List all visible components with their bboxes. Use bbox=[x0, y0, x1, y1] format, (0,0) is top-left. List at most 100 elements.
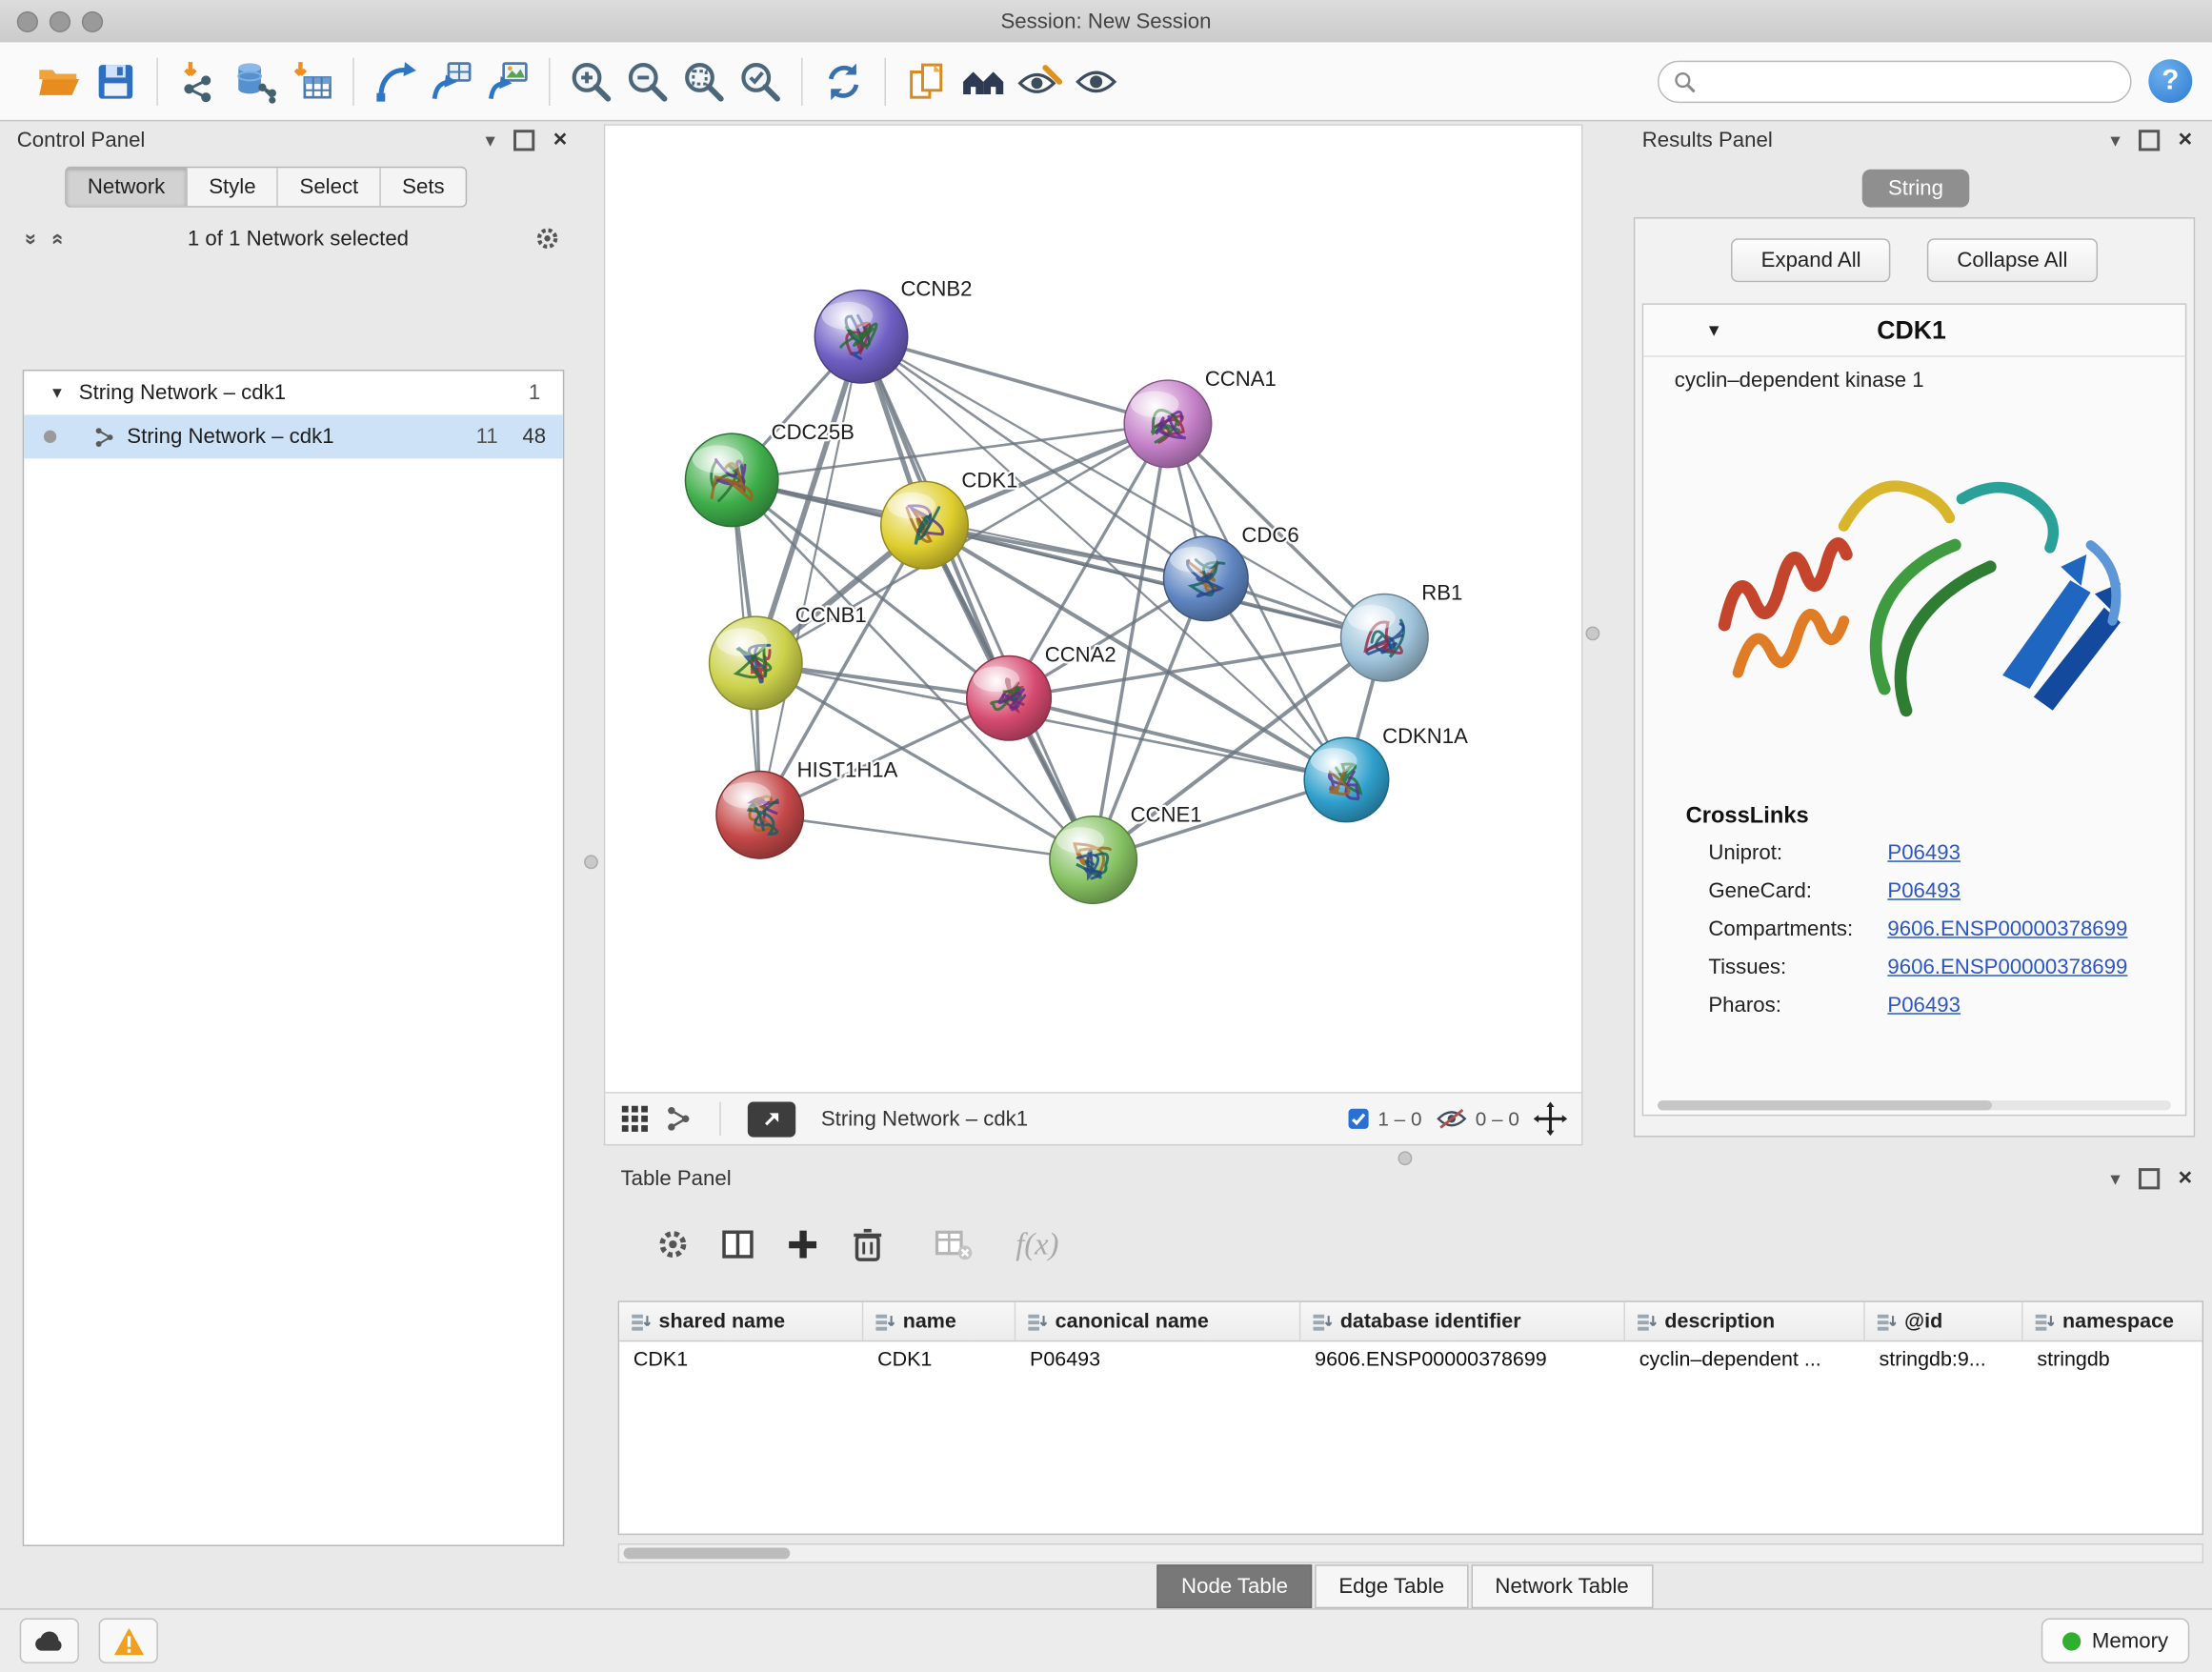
import-table-from-file-button[interactable] bbox=[284, 53, 340, 110]
tab-select[interactable]: Select bbox=[277, 168, 380, 206]
network-edge[interactable] bbox=[760, 336, 861, 815]
warnings-button[interactable] bbox=[99, 1619, 158, 1663]
pan-mode-button[interactable] bbox=[1534, 1102, 1568, 1137]
network-edge[interactable] bbox=[1009, 698, 1346, 780]
float-panel-icon[interactable] bbox=[513, 129, 534, 150]
add-column-icon[interactable] bbox=[784, 1226, 821, 1263]
zoom-selected-button[interactable] bbox=[733, 53, 789, 110]
current-network-dot bbox=[44, 431, 56, 443]
selected-checkbox-icon[interactable] bbox=[1347, 1107, 1370, 1130]
import-network-from-database-button[interactable] bbox=[227, 53, 283, 110]
question-mark-icon: ? bbox=[2162, 65, 2179, 97]
splitter-handle[interactable] bbox=[584, 855, 598, 869]
node-label-CCNE1: CCNE1 bbox=[1131, 803, 1202, 827]
table-horizontal-scrollbar[interactable] bbox=[618, 1543, 2203, 1563]
column-header-shared-name[interactable]: shared name bbox=[619, 1302, 863, 1340]
node-gloss bbox=[693, 445, 744, 473]
zoom-fit-button[interactable] bbox=[675, 53, 732, 110]
close-panel-icon[interactable]: × bbox=[2179, 126, 2193, 154]
column-header-canonical-name[interactable]: canonical name bbox=[1016, 1302, 1300, 1340]
network-edge[interactable] bbox=[861, 336, 1168, 424]
table-header-row: shared name name canonical name database… bbox=[619, 1302, 2202, 1341]
float-panel-icon[interactable] bbox=[2139, 129, 2160, 150]
show-columns-icon[interactable] bbox=[719, 1226, 756, 1263]
node-gloss bbox=[888, 493, 935, 518]
panel-menu-icon[interactable]: ▾ bbox=[2110, 1166, 2120, 1190]
crosslink-compartments[interactable]: 9606.ENSP00000378699 bbox=[1887, 917, 2127, 941]
network-overview-button[interactable] bbox=[664, 1105, 693, 1134]
crosslink-uniprot[interactable]: P06493 bbox=[1887, 841, 1961, 865]
close-panel-icon[interactable]: × bbox=[2179, 1164, 2193, 1193]
column-header-name[interactable]: name bbox=[863, 1302, 1016, 1340]
double-home-icon bbox=[960, 58, 1005, 103]
expand-all-button[interactable]: Expand All bbox=[1732, 238, 1891, 282]
eye-pen-icon bbox=[1017, 58, 1062, 103]
collection-label: String Network – cdk1 bbox=[79, 381, 286, 405]
panel-menu-icon[interactable]: ▾ bbox=[485, 128, 494, 151]
search-input[interactable] bbox=[1704, 69, 2116, 94]
network-collection-row[interactable]: ▼ String Network – cdk1 1 bbox=[24, 371, 563, 414]
tab-network[interactable]: Network bbox=[67, 168, 187, 206]
panel-menu-icon[interactable]: ▾ bbox=[2110, 128, 2120, 151]
network-edge[interactable] bbox=[760, 815, 1094, 859]
column-header-namespace[interactable]: namespace bbox=[2023, 1302, 2202, 1340]
table-row[interactable]: CDK1 CDK1 P06493 9606.ENSP00000378699 cy… bbox=[619, 1341, 2202, 1379]
crosslink-genecard[interactable]: P06493 bbox=[1887, 879, 1961, 903]
network-selection-summary: 1 of 1 Network selected bbox=[63, 227, 533, 251]
column-header-id[interactable]: @id bbox=[1865, 1302, 2023, 1340]
network-canvas[interactable]: CCNB2CCNA1CDC25BCDK1CDC6RB1CCNB1CCNA2CDK… bbox=[605, 126, 1581, 1092]
tab-edge-table[interactable]: Edge Table bbox=[1315, 1564, 1468, 1608]
node-label-CDC25B: CDC25B bbox=[772, 420, 855, 444]
crosslink-label: Tissues: bbox=[1708, 956, 1887, 979]
crosslink-tissues[interactable]: 9606.ENSP00000378699 bbox=[1887, 956, 2127, 979]
help-button[interactable]: ? bbox=[2148, 59, 2192, 103]
expander-icon[interactable]: ▼ bbox=[50, 385, 65, 402]
results-horizontal-scrollbar[interactable] bbox=[1658, 1100, 2171, 1110]
network-row[interactable]: String Network – cdk1 11 48 bbox=[24, 414, 563, 458]
hidden-eye-slash-icon[interactable] bbox=[1436, 1107, 1467, 1130]
first-neighbors-button[interactable] bbox=[367, 53, 423, 110]
gene-expander-icon[interactable]: ▼ bbox=[1705, 320, 1722, 340]
node-label-CCNA1: CCNA1 bbox=[1205, 367, 1277, 391]
cloud-status-button[interactable] bbox=[20, 1619, 79, 1663]
tab-node-table[interactable]: Node Table bbox=[1157, 1564, 1312, 1608]
column-header-database-identifier[interactable]: database identifier bbox=[1300, 1302, 1625, 1340]
crosslink-pharos[interactable]: P06493 bbox=[1887, 994, 1961, 1017]
hide-annotations-button[interactable] bbox=[1012, 53, 1068, 110]
network-options-gear-icon[interactable] bbox=[533, 224, 562, 252]
graphics-details-button[interactable] bbox=[955, 53, 1012, 110]
import-network-from-file-button[interactable] bbox=[171, 53, 227, 110]
table-options-gear-icon[interactable] bbox=[654, 1226, 692, 1263]
network-share-icon bbox=[93, 425, 116, 448]
detach-view-button[interactable] bbox=[748, 1101, 795, 1137]
string-results-tab[interactable]: String bbox=[1862, 170, 1970, 208]
tab-sets[interactable]: Sets bbox=[379, 168, 465, 206]
collapse-all-icon[interactable]: » bbox=[19, 232, 43, 244]
grid-view-button[interactable] bbox=[619, 1103, 651, 1135]
float-panel-icon[interactable] bbox=[2139, 1167, 2160, 1188]
tab-style[interactable]: Style bbox=[186, 168, 276, 206]
tab-network-table[interactable]: Network Table bbox=[1471, 1564, 1653, 1608]
close-panel-icon[interactable]: × bbox=[553, 126, 568, 154]
crosslink-label: Compartments: bbox=[1708, 917, 1887, 941]
memory-button[interactable]: Memory bbox=[2041, 1619, 2190, 1663]
table-tabs: Node Table Edge Table Network Table bbox=[604, 1564, 2206, 1608]
new-network-from-selection-button[interactable] bbox=[423, 53, 479, 110]
apply-layout-button[interactable] bbox=[815, 53, 872, 110]
export-image-button[interactable] bbox=[479, 53, 535, 110]
collapse-all-button[interactable]: Collapse All bbox=[1927, 238, 2097, 282]
network-view[interactable]: CCNB2CCNA1CDC25BCDK1CDC6RB1CCNB1CCNA2CDK… bbox=[604, 124, 1583, 1093]
open-session-button[interactable] bbox=[31, 53, 88, 110]
save-session-button[interactable] bbox=[88, 53, 144, 110]
node-gloss bbox=[973, 667, 1019, 693]
delete-column-icon[interactable] bbox=[849, 1226, 886, 1263]
splitter-handle[interactable] bbox=[1585, 627, 1599, 641]
expand-all-icon[interactable]: » bbox=[45, 232, 69, 244]
zoom-out-button[interactable] bbox=[619, 53, 675, 110]
column-header-description[interactable]: description bbox=[1625, 1302, 1865, 1340]
zoom-in-button[interactable] bbox=[563, 53, 619, 110]
zoom-selected-icon bbox=[737, 58, 782, 103]
copy-document-button[interactable] bbox=[898, 53, 955, 110]
arrow-image-icon bbox=[485, 58, 530, 103]
show-hidden-elements-button[interactable] bbox=[1068, 53, 1124, 110]
